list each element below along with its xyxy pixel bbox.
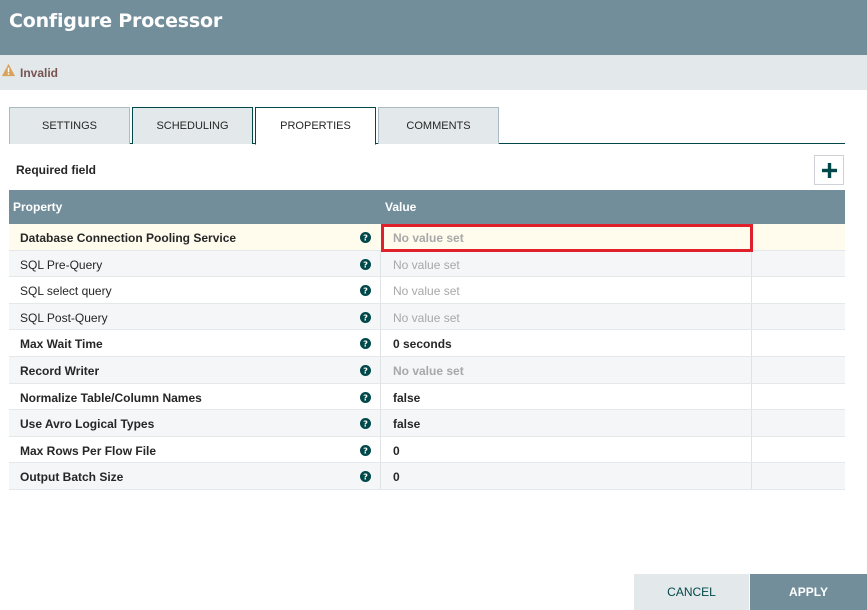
table-row[interactable]: Output Batch Size? 0 bbox=[9, 463, 845, 490]
help-icon[interactable]: ? bbox=[360, 416, 371, 430]
property-value: No value set bbox=[393, 257, 460, 272]
property-value: false bbox=[393, 390, 421, 405]
property-value: 0 seconds bbox=[393, 337, 452, 352]
property-name: Use Avro Logical Types bbox=[20, 417, 155, 432]
table-row[interactable]: SQL Post-Query? No value set bbox=[9, 303, 845, 331]
tab-scheduling[interactable]: SCHEDULING bbox=[132, 107, 253, 144]
property-cell: Record Writer? bbox=[9, 356, 381, 383]
property-name: SQL Post-Query bbox=[20, 310, 108, 325]
properties-table: Property Value Database Connection Pooli… bbox=[9, 190, 845, 490]
property-name: Record Writer bbox=[20, 363, 100, 378]
property-value: No value set bbox=[393, 363, 464, 378]
help-icon[interactable]: ? bbox=[360, 257, 371, 270]
property-cell: Max Rows Per Flow File? bbox=[9, 436, 381, 463]
plus-icon bbox=[822, 163, 837, 178]
tab-properties[interactable]: PROPERTIES bbox=[255, 107, 376, 145]
svg-text:?: ? bbox=[363, 233, 368, 243]
property-name: Max Rows Per Flow File bbox=[20, 443, 157, 458]
property-name: Database Connection Pooling Service bbox=[20, 231, 237, 245]
property-value: 0 bbox=[393, 443, 400, 458]
property-name: Max Wait Time bbox=[20, 337, 103, 352]
value-cell[interactable]: 0 bbox=[381, 463, 752, 489]
property-cell: Use Avro Logical Types? bbox=[9, 410, 381, 436]
table-row[interactable]: Database Connection Pooling Service? No v… bbox=[9, 224, 845, 251]
help-icon[interactable]: ? bbox=[360, 230, 371, 243]
dialog-title: Configure Processor bbox=[9, 10, 223, 32]
help-icon[interactable]: ? bbox=[360, 310, 371, 323]
value-cell[interactable]: false bbox=[381, 383, 752, 410]
property-cell: Output Batch Size? bbox=[9, 463, 381, 489]
tab-comments[interactable]: COMMENTS bbox=[378, 107, 499, 144]
warning-icon bbox=[1, 63, 16, 77]
svg-text:?: ? bbox=[363, 445, 368, 455]
property-cell: Database Connection Pooling Service? bbox=[9, 224, 381, 250]
help-icon[interactable]: ? bbox=[360, 390, 371, 403]
dialog-header: Configure Processor bbox=[0, 0, 867, 55]
property-name: SQL select query bbox=[20, 284, 112, 299]
tab-bar: SETTINGS SCHEDULING PROPERTIES COMMENTS bbox=[9, 107, 845, 145]
value-cell[interactable]: 0 bbox=[381, 436, 752, 463]
table-body: Database Connection Pooling Service? No v… bbox=[9, 224, 845, 490]
property-cell: Max Wait Time? bbox=[9, 330, 381, 356]
svg-text:?: ? bbox=[363, 365, 368, 375]
validation-status-bar: Invalid bbox=[0, 55, 867, 90]
svg-text:?: ? bbox=[363, 419, 368, 429]
property-name: SQL Pre-Query bbox=[20, 257, 103, 272]
property-value: false bbox=[393, 417, 421, 432]
help-icon[interactable]: ? bbox=[360, 283, 371, 297]
property-cell: SQL Post-Query? bbox=[9, 303, 381, 330]
property-cell: SQL select query? bbox=[9, 277, 381, 303]
validation-status-text: Invalid bbox=[20, 66, 59, 80]
value-cell[interactable]: No value set bbox=[381, 356, 752, 383]
help-icon[interactable]: ? bbox=[360, 443, 371, 456]
tab-settings[interactable]: SETTINGS bbox=[9, 107, 130, 144]
value-cell[interactable]: 0 seconds bbox=[381, 330, 752, 356]
table-header: Property Value bbox=[9, 190, 845, 224]
help-icon[interactable]: ? bbox=[360, 336, 371, 350]
value-cell[interactable]: No value set bbox=[381, 277, 752, 303]
svg-text:?: ? bbox=[363, 286, 368, 296]
svg-text:?: ? bbox=[363, 472, 368, 482]
value-cell[interactable]: false bbox=[381, 410, 752, 436]
property-value: No value set bbox=[393, 310, 460, 325]
table-row[interactable]: SQL select query? No value set bbox=[9, 277, 845, 304]
table-row[interactable]: Use Avro Logical Types? false bbox=[9, 410, 845, 437]
add-property-button[interactable] bbox=[814, 155, 844, 185]
table-row[interactable]: SQL Pre-Query? No value set bbox=[9, 250, 845, 278]
table-row[interactable]: Max Rows Per Flow File? 0 bbox=[9, 436, 845, 464]
required-field-label: Required field bbox=[16, 163, 97, 177]
svg-text:?: ? bbox=[363, 392, 368, 402]
svg-text:?: ? bbox=[363, 312, 368, 322]
value-cell[interactable]: No value set bbox=[381, 303, 752, 330]
table-row[interactable]: Normalize Table/Column Names? false bbox=[9, 383, 845, 411]
value-cell[interactable]: No value set bbox=[381, 250, 752, 277]
column-header-property: Property bbox=[13, 200, 63, 214]
help-icon[interactable]: ? bbox=[360, 363, 371, 376]
svg-text:?: ? bbox=[363, 259, 368, 269]
apply-button[interactable]: APPLY bbox=[750, 574, 867, 610]
table-row[interactable]: Record Writer? No value set bbox=[9, 356, 845, 384]
value-cell[interactable]: No value set bbox=[381, 224, 752, 250]
property-value: No value set bbox=[393, 231, 464, 245]
help-icon[interactable]: ? bbox=[360, 469, 371, 483]
property-cell: Normalize Table/Column Names? bbox=[9, 383, 381, 410]
cancel-button[interactable]: CANCEL bbox=[634, 574, 749, 610]
property-name: Normalize Table/Column Names bbox=[20, 390, 202, 405]
property-cell: SQL Pre-Query? bbox=[9, 250, 381, 277]
property-value: No value set bbox=[393, 284, 460, 299]
table-row[interactable]: Max Wait Time? 0 seconds bbox=[9, 330, 845, 357]
svg-text:?: ? bbox=[363, 339, 368, 349]
property-value: 0 bbox=[393, 470, 400, 485]
column-header-value: Value bbox=[385, 200, 417, 214]
property-name: Output Batch Size bbox=[20, 470, 124, 485]
